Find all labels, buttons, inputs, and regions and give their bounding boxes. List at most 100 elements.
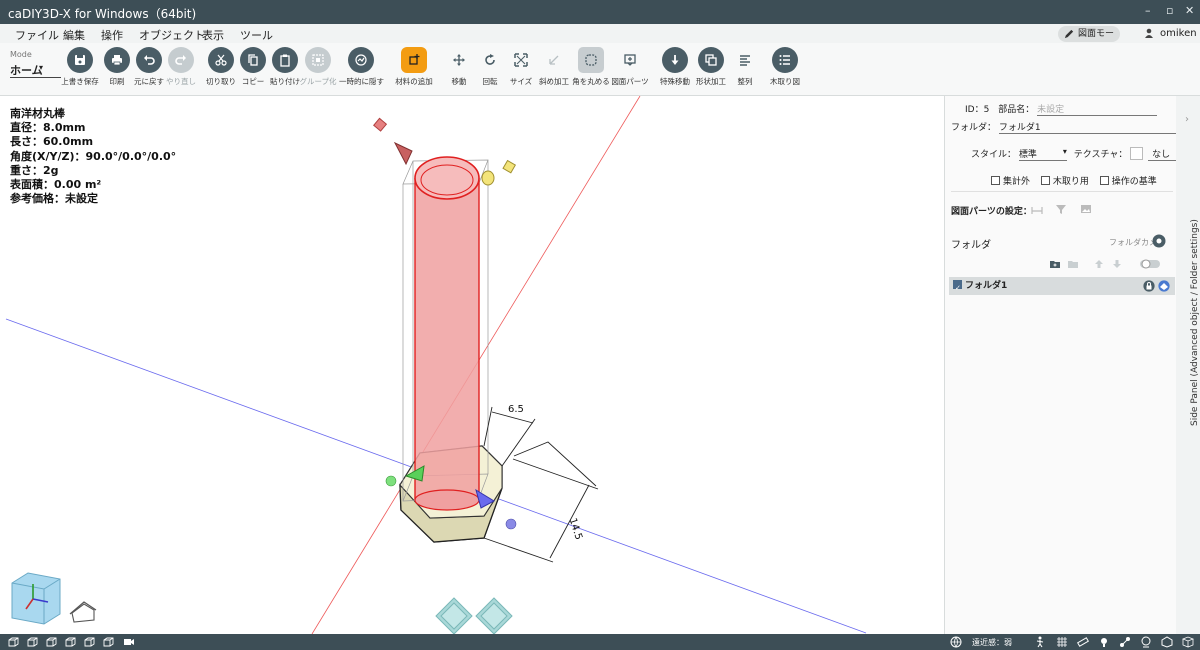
view-left-icon[interactable] xyxy=(46,637,57,647)
bevel-icon xyxy=(549,55,559,65)
mode-selector[interactable]: Mode ホーム xyxy=(10,50,61,78)
special-move-icon xyxy=(671,55,679,65)
folder-row[interactable]: フォルダ1 xyxy=(949,277,1175,297)
checkbox-exclude-total[interactable]: 集計外 xyxy=(991,176,1031,187)
folder-select[interactable]: フォルダ1 ▾ xyxy=(998,120,1191,134)
print-icon xyxy=(112,55,122,66)
filter-icon[interactable] xyxy=(1055,203,1067,215)
view-front-icon[interactable] xyxy=(8,637,19,647)
toggle-icon[interactable] xyxy=(1139,258,1161,270)
menu-file[interactable]: ファイル xyxy=(15,27,59,43)
info-name: 南洋材丸棒 xyxy=(10,107,65,120)
drawing-parts-button[interactable]: 図面パーツ xyxy=(608,47,652,87)
perspective-setting[interactable]: 遠近感：弱 xyxy=(972,637,1012,648)
maximize-button[interactable]: ▫ xyxy=(1166,4,1173,17)
view-bottom-icon[interactable] xyxy=(103,637,114,647)
part-name-input[interactable]: 未設定 xyxy=(1037,102,1158,116)
view-2d-button[interactable] xyxy=(435,597,473,634)
menu-operation[interactable]: 操作 xyxy=(101,27,123,43)
move-up-icon[interactable] xyxy=(1093,258,1105,270)
wireframe-icon[interactable] xyxy=(1182,636,1194,648)
round-corner-button[interactable]: 角を丸める xyxy=(569,47,613,87)
window-title: caDIY3D-X for Windows（64bit) xyxy=(8,7,197,21)
folder-row-name: フォルダ1 xyxy=(965,281,1008,291)
title-bar: caDIY3D-X for Windows（64bit) – ▫ ✕ xyxy=(0,0,1200,24)
mode-label: Mode xyxy=(10,50,32,59)
folder-icon[interactable] xyxy=(1067,258,1079,270)
menu-object[interactable]: オブジェクト xyxy=(139,27,205,43)
menu-edit[interactable]: 編集 xyxy=(63,27,85,43)
cutting-list-button[interactable]: 木取り図 xyxy=(763,47,807,87)
user-account[interactable]: omiken xyxy=(1145,28,1197,39)
video-camera-icon[interactable] xyxy=(123,637,135,647)
visibility-icon[interactable] xyxy=(1158,280,1170,292)
move-handle-yellow-icon[interactable] xyxy=(481,170,495,186)
3d-viewport[interactable]: 6.5 14.5 南洋材丸棒 直径：8.0mm 長さ：60.0mm 角度(X/Y… xyxy=(0,96,944,634)
drawing-mode-button[interactable]: 図面モード xyxy=(1058,26,1120,55)
hide-icon xyxy=(355,54,367,66)
mode-value: ホーム xyxy=(10,64,61,78)
hide-temporarily-button[interactable]: 一時的に隠す xyxy=(339,47,384,87)
human-figure-icon[interactable] xyxy=(1034,636,1046,648)
menu-view[interactable]: 表示 xyxy=(202,27,224,43)
view-cube[interactable] xyxy=(11,572,61,625)
add-folder-icon[interactable] xyxy=(1049,258,1061,270)
move-down-icon[interactable] xyxy=(1111,258,1123,270)
round-rod-object[interactable] xyxy=(414,156,480,511)
minimize-button[interactable]: – xyxy=(1145,4,1151,17)
info-length: 長さ：60.0mm xyxy=(10,135,94,149)
light-icon[interactable] xyxy=(1098,636,1110,648)
view-top-icon[interactable] xyxy=(84,637,95,647)
group-label: グループ化 xyxy=(299,77,337,86)
menu-bar: ファイル 編集 操作 オブジェクト 表示 ツール xyxy=(0,24,1200,43)
redo-button[interactable]: やり直し xyxy=(159,47,203,87)
undo-icon xyxy=(144,55,155,65)
add-material-icon xyxy=(409,54,420,65)
dimension-tool-icon[interactable] xyxy=(1031,203,1043,215)
checkbox-operation-base-label: 操作の基準 xyxy=(1111,177,1157,187)
round-corner-icon xyxy=(585,54,597,66)
rotation-handle-yellow-icon[interactable] xyxy=(502,159,517,174)
cut-icon xyxy=(215,54,227,66)
part-name-label: 部品名： xyxy=(998,105,1035,115)
checkbox-cutting-label: 木取り用 xyxy=(1052,177,1089,187)
rotation-handle-red-icon[interactable] xyxy=(373,117,388,132)
ruler-icon[interactable] xyxy=(1077,636,1089,648)
group-button[interactable]: グループ化 xyxy=(296,47,340,87)
checkbox-cutting[interactable]: 木取り用 xyxy=(1040,176,1089,187)
dimension-label-height: 14.5 xyxy=(567,517,584,542)
view-3d-button[interactable] xyxy=(475,597,513,634)
drawing-parts-label: 図面パーツ xyxy=(611,77,649,86)
camera-icon[interactable] xyxy=(1152,234,1166,248)
view-back-icon[interactable] xyxy=(27,637,38,647)
rotation-handle-blue-icon[interactable] xyxy=(505,518,517,530)
material-view-icon[interactable] xyxy=(1161,636,1173,648)
rotation-handle-green-icon[interactable] xyxy=(385,475,397,487)
chevron-right-icon[interactable]: › xyxy=(1185,114,1189,125)
move-handle-red-icon[interactable] xyxy=(393,141,413,166)
lock-icon[interactable] xyxy=(1143,280,1155,292)
save-icon xyxy=(75,55,85,65)
info-price: 参考価格：未設定 xyxy=(10,192,98,206)
user-icon xyxy=(1145,28,1153,38)
add-material-button[interactable]: 材料の追加 xyxy=(392,47,436,87)
grid-icon[interactable] xyxy=(1056,636,1068,648)
align-button[interactable]: 整列 xyxy=(723,47,767,87)
texture-swatch[interactable] xyxy=(1130,147,1144,160)
home-view-icon[interactable] xyxy=(69,601,97,623)
shape-process-icon xyxy=(705,54,717,66)
globe-icon[interactable] xyxy=(950,636,962,648)
style-select[interactable]: 標準 ▾ xyxy=(1018,147,1067,161)
checkbox-exclude-total-label: 集計外 xyxy=(1003,177,1031,187)
view-right-icon[interactable] xyxy=(65,637,76,647)
rotate-icon xyxy=(485,54,495,65)
folder-checkbox[interactable] xyxy=(953,279,962,297)
shadow-icon[interactable] xyxy=(1140,636,1152,648)
side-panel-tab[interactable]: › Side Panel (Advanced object / Folder s… xyxy=(1176,96,1200,634)
menu-tools[interactable]: ツール xyxy=(240,27,273,43)
image-icon[interactable] xyxy=(1080,203,1092,215)
close-button[interactable]: ✕ xyxy=(1185,4,1194,17)
object-info-panel: 南洋材丸棒 直径：8.0mm 長さ：60.0mm 角度(X/Y/Z)：90.0°… xyxy=(10,107,176,206)
snap-icon[interactable] xyxy=(1119,636,1131,648)
checkbox-operation-base[interactable]: 操作の基準 xyxy=(1099,176,1157,187)
